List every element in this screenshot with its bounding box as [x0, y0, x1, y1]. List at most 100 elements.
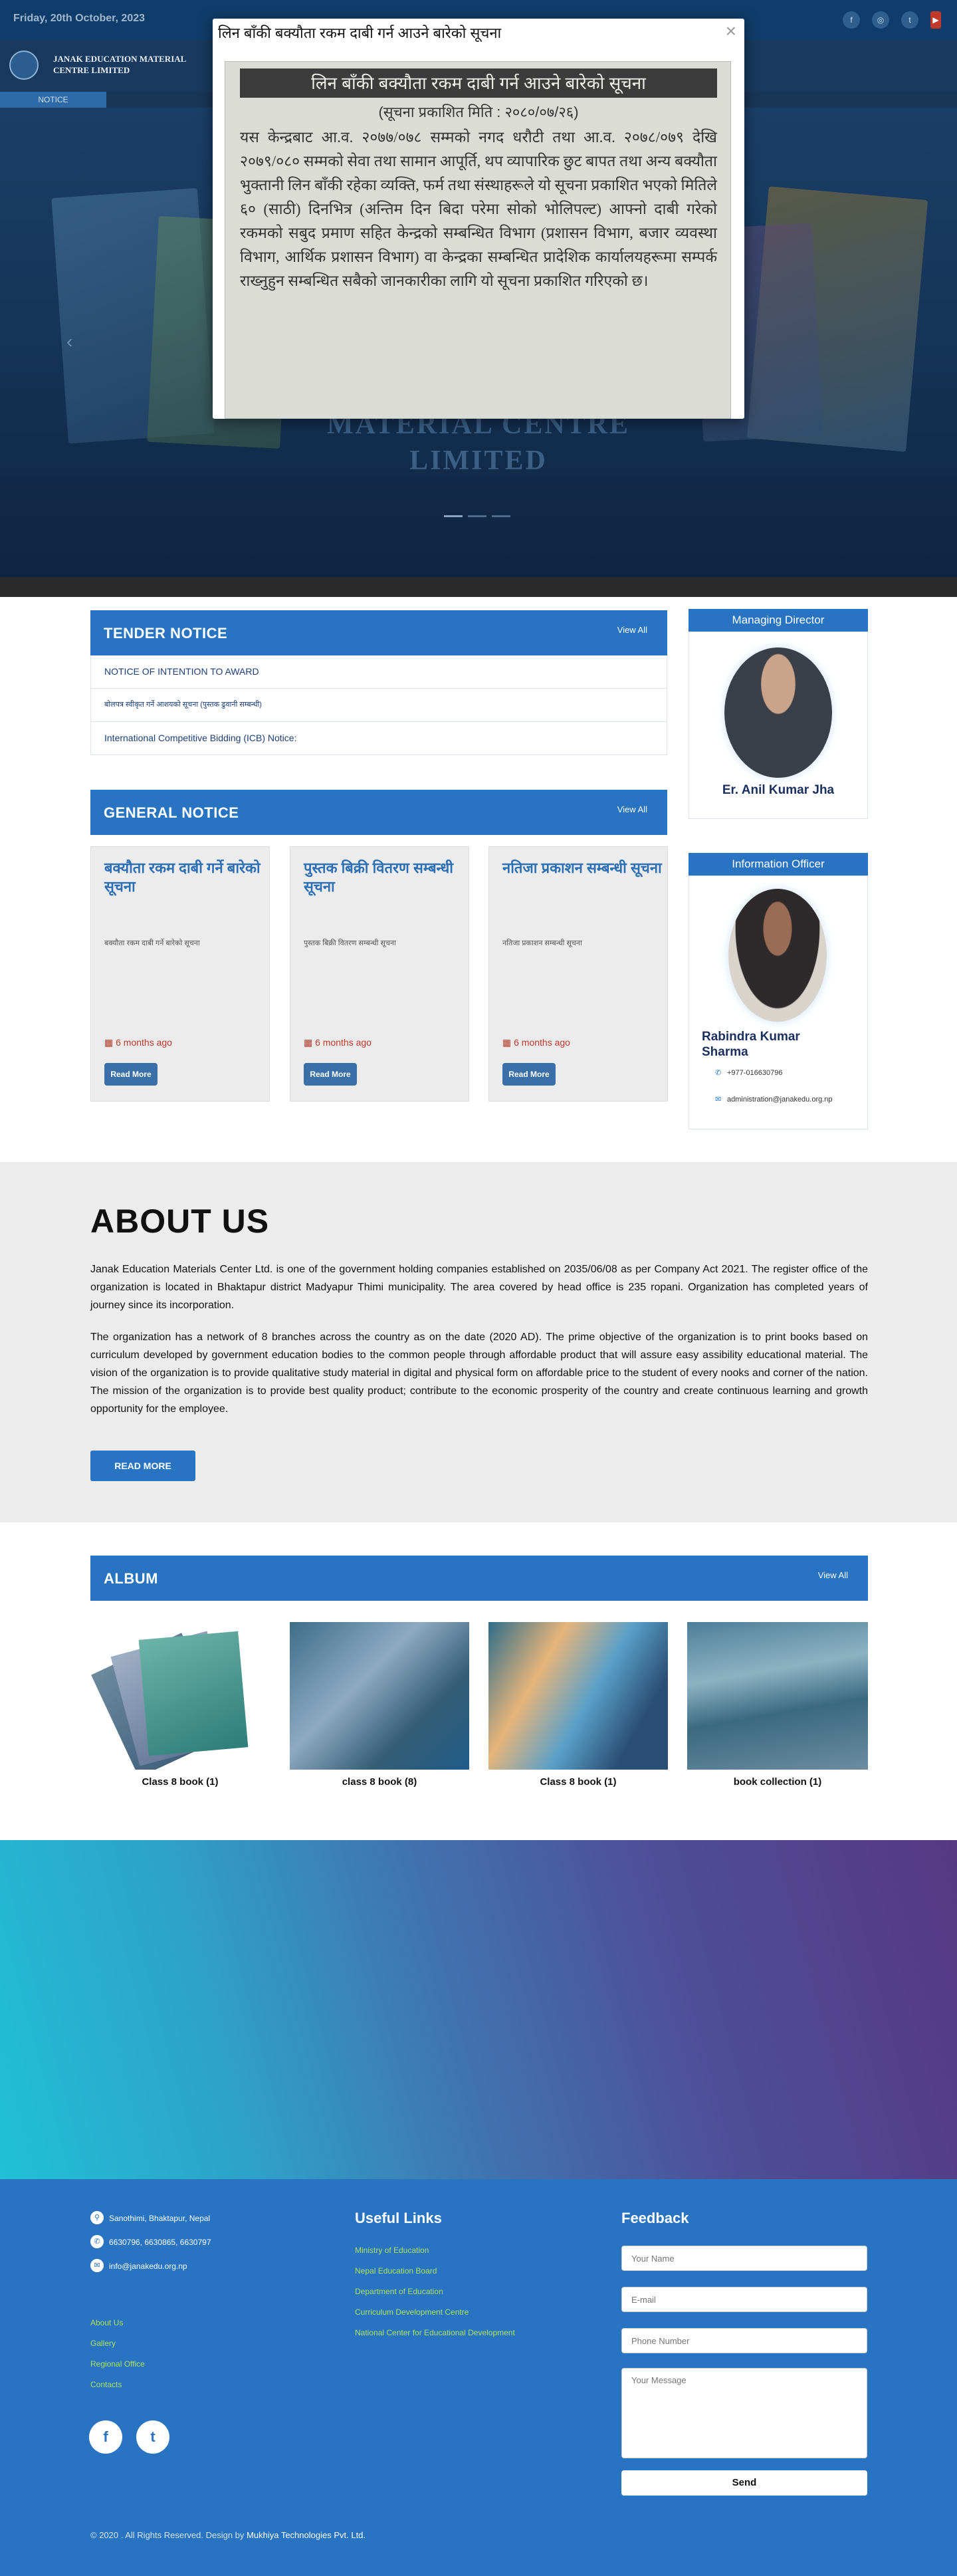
instagram-icon[interactable]: ◎	[872, 11, 889, 29]
notice-card-date: ▦ 6 months ago	[104, 1037, 172, 1048]
notice-ticker-label: NOTICE	[0, 92, 106, 108]
useful-link[interactable]: National Center for Educational Developm…	[355, 2328, 515, 2337]
footer-link-contacts[interactable]: Contacts	[90, 2380, 122, 2389]
information-officer-heading: Information Officer	[689, 853, 868, 876]
managing-director-photo	[724, 647, 832, 778]
album-photo[interactable]	[90, 1622, 270, 1770]
facebook-icon[interactable]: f	[89, 2420, 122, 2454]
useful-link[interactable]: Curriculum Development Centre	[355, 2307, 469, 2317]
copyright-text: © 2020 . All Rights Reserved. Design by	[90, 2530, 245, 2540]
notice-card-date: ▦ 6 months ago	[304, 1037, 372, 1048]
about-section: ABOUT US Janak Education Materials Cente…	[0, 1162, 957, 1522]
slider-dot[interactable]	[468, 515, 486, 517]
tender-item[interactable]: NOTICE OF INTENTION TO AWARD	[90, 655, 667, 689]
notice-card-age: 6 months ago	[315, 1037, 372, 1048]
notice-card-title[interactable]: पुस्तक बिक्री वितरण सम्बन्धी सूचना	[304, 859, 463, 896]
album-photo[interactable]	[290, 1622, 469, 1770]
email-icon: ✉	[715, 1096, 722, 1104]
useful-links-title: Useful Links	[355, 2210, 442, 2226]
information-officer-name: Rabindra Kumar Sharma	[702, 1030, 800, 1059]
useful-link[interactable]: Nepal Education Board	[355, 2266, 437, 2276]
information-officer-photo	[728, 889, 827, 1022]
twitter-icon[interactable]: t	[136, 2420, 169, 2454]
album-title: ALBUM	[104, 1570, 158, 1587]
read-more-button[interactable]: Read More	[502, 1063, 556, 1086]
email-input[interactable]	[621, 2287, 867, 2312]
album-caption[interactable]: class 8 book (8)	[290, 1776, 469, 1788]
album-caption[interactable]: Class 8 book (1)	[488, 1776, 668, 1788]
phone-icon: ✆	[90, 2235, 104, 2248]
decorative-gradient-band	[0, 1840, 957, 2179]
slider-prev-icon[interactable]: ‹	[66, 331, 72, 352]
location-icon: ⚲	[90, 2211, 104, 2224]
tender-view-all-link[interactable]: View All	[617, 625, 647, 635]
logo-icon[interactable]	[9, 51, 39, 80]
general-notice-header: GENERAL NOTICE View All	[90, 790, 667, 835]
read-more-button[interactable]: READ MORE	[90, 1451, 195, 1481]
footer-phones: 6630796, 6630865, 6630797	[109, 2238, 211, 2247]
designer-link[interactable]: Mukhiya Technologies Pvt. Ltd.	[247, 2530, 366, 2540]
calendar-icon: ▦	[104, 1037, 116, 1048]
phone-icon: ✆	[715, 1069, 722, 1077]
hero-title-line2: LIMITED	[409, 445, 548, 476]
hero-bottom-strip	[0, 577, 957, 597]
general-view-all-link[interactable]: View All	[617, 804, 647, 814]
notice-popup: लिन बाँकी बक्यौता रकम दाबी गर्न आउने बार…	[213, 19, 744, 419]
notice-card-date: ▦ 6 months ago	[502, 1037, 570, 1048]
site-name[interactable]: JANAK EDUCATION MATERIAL CENTRE LIMITED	[53, 53, 226, 76]
notice-card-title[interactable]: नतिजा प्रकाशन सम्बन्धी सूचना	[502, 859, 662, 878]
about-paragraph-2: The organization has a network of 8 bran…	[90, 1332, 868, 1415]
message-textarea[interactable]	[621, 2368, 867, 2458]
album-photo[interactable]	[687, 1622, 868, 1770]
album-caption[interactable]: Class 8 book (1)	[90, 1776, 270, 1788]
footer-link-about[interactable]: About Us	[90, 2318, 123, 2327]
information-officer-phone[interactable]: +977-016630796	[727, 1069, 783, 1077]
facebook-icon[interactable]: f	[843, 11, 860, 29]
read-more-button[interactable]: Read More	[104, 1063, 158, 1086]
notice-card-age: 6 months ago	[116, 1037, 172, 1048]
tender-notice-header: TENDER NOTICE View All	[90, 610, 667, 655]
notice-card-desc: बक्यौता रकम दाबी गर्ने बारेको सूचना	[104, 939, 200, 947]
information-officer-email[interactable]: administration@janakedu.org.np	[727, 1096, 833, 1104]
site-name-line1: JANAK EDUCATION MATERIAL	[53, 54, 187, 64]
slider-dot[interactable]	[444, 515, 463, 517]
email-icon: ✉	[90, 2259, 104, 2272]
tender-item[interactable]: बोलपत्र स्वीकृत गर्ने आशयको सूचना (पुस्त…	[90, 689, 667, 722]
useful-link[interactable]: Department of Education	[355, 2287, 443, 2296]
popup-notice-image: लिन बाँकी बक्यौता रकम दाबी गर्न आउने बार…	[225, 61, 731, 419]
name-input[interactable]	[621, 2246, 867, 2271]
calendar-icon: ▦	[304, 1037, 316, 1048]
album-header: ALBUM View All	[90, 1556, 868, 1601]
twitter-icon[interactable]: t	[901, 11, 918, 29]
feedback-title: Feedback	[621, 2210, 689, 2226]
popup-title: लिन बाँकी बक्यौता रकम दाबी गर्न आउने बार…	[218, 25, 502, 41]
notice-card-desc: पुस्तक बिक्री वितरण सम्बन्धी सूचना	[304, 939, 396, 947]
about-title: ABOUT US	[90, 1203, 270, 1240]
managing-director-name: Er. Anil Kumar Jha	[722, 783, 835, 797]
notice-body: यस केन्द्रबाट आ.व. २०७७/०७८ सम्मको नगद ध…	[240, 129, 717, 289]
read-more-button[interactable]: Read More	[304, 1063, 357, 1086]
current-date: Friday, 20th October, 2023	[13, 13, 146, 24]
album-caption[interactable]: book collection (1)	[687, 1776, 868, 1788]
useful-link[interactable]: Ministry of Education	[355, 2246, 429, 2255]
tender-notice-title: TENDER NOTICE	[104, 625, 228, 642]
close-icon[interactable]: ×	[726, 22, 736, 41]
notice-card-desc: नतिजा प्रकाशन सम्बन्धी सूचना	[502, 939, 582, 947]
slider-dot[interactable]	[492, 515, 510, 517]
youtube-icon[interactable]: ▶	[930, 11, 941, 29]
footer-link-gallery[interactable]: Gallery	[90, 2339, 116, 2348]
phone-input[interactable]	[621, 2328, 867, 2353]
notice-headline: लिन बाँकी बक्यौता रकम दाबी गर्न आउने बार…	[240, 68, 717, 98]
notice-card: पुस्तक बिक्री वितरण सम्बन्धी सूचना पुस्त…	[290, 846, 469, 1102]
footer-link-regional-office[interactable]: Regional Office	[90, 2359, 145, 2369]
about-paragraph-1: Janak Education Materials Center Ltd. is…	[90, 1264, 868, 1311]
general-notice-title: GENERAL NOTICE	[104, 804, 239, 821]
album-photo[interactable]	[488, 1622, 668, 1770]
notice-card: बक्यौता रकम दाबी गर्ने बारेको सूचना बक्य…	[90, 846, 270, 1102]
calendar-icon: ▦	[502, 1037, 514, 1048]
notice-card-title[interactable]: बक्यौता रकम दाबी गर्ने बारेको सूचना	[104, 859, 264, 896]
album-view-all-link[interactable]: View All	[818, 1570, 848, 1580]
tender-item[interactable]: International Competitive Bidding (ICB) …	[90, 722, 667, 755]
send-button[interactable]: Send	[621, 2470, 867, 2496]
footer-email[interactable]: info@janakedu.org.np	[109, 2262, 187, 2271]
